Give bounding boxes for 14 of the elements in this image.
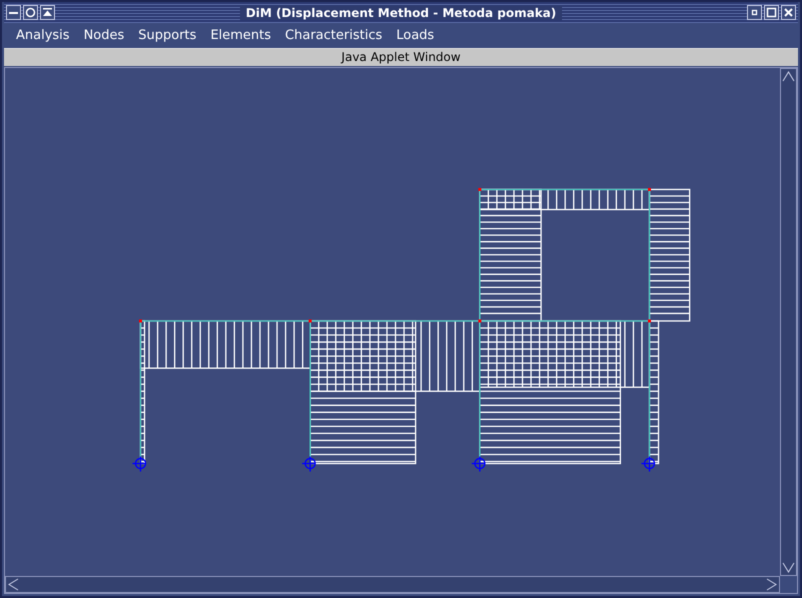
restore-icon[interactable] — [747, 5, 762, 20]
eject-icon[interactable] — [40, 5, 55, 20]
circle-icon[interactable] — [23, 5, 38, 20]
menu-item[interactable]: Supports — [132, 28, 202, 43]
menu-item[interactable]: Analysis — [10, 28, 76, 43]
banner-text: Java Applet Window — [341, 50, 461, 64]
minimize-icon[interactable] — [6, 5, 21, 20]
menu-item[interactable]: Nodes — [78, 28, 130, 43]
window-title: DiM (Displacement Method - Metoda pomaka) — [240, 6, 562, 20]
menu-item[interactable]: Loads — [390, 28, 440, 43]
menu-item[interactable]: Elements — [204, 28, 278, 43]
maximize-icon[interactable] — [764, 5, 779, 20]
menu-item[interactable]: Characteristics — [279, 28, 388, 43]
close-icon[interactable] — [781, 5, 796, 20]
